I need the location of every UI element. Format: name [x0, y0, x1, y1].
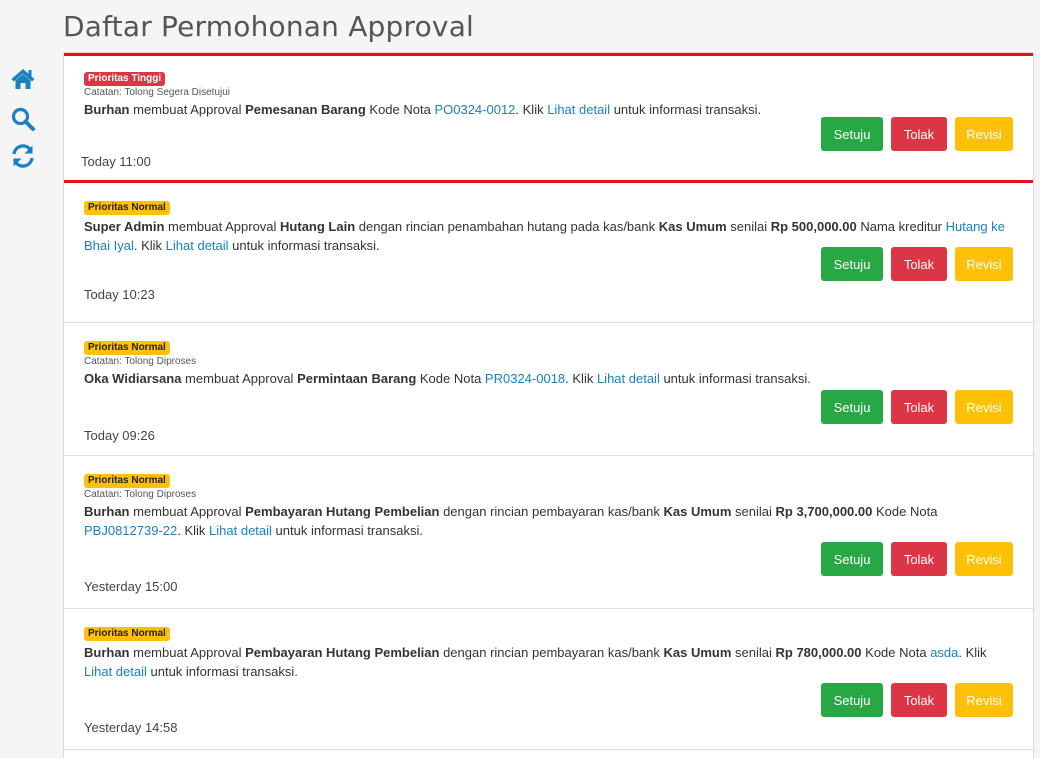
approval-note: Catatan: Tolong Diproses — [84, 356, 197, 367]
message-text: membuat Approval — [164, 219, 281, 234]
action-buttons: Setuju Tolak Revisi — [821, 117, 1013, 151]
refresh-icon[interactable] — [10, 143, 36, 169]
message-text: untuk informasi transaksi. — [610, 102, 762, 117]
message-link[interactable]: Lihat detail — [209, 523, 272, 538]
home-icon[interactable] — [10, 66, 36, 92]
message-bold-text: Pemesanan Barang — [245, 102, 366, 117]
action-buttons: Setuju Tolak Revisi — [821, 247, 1013, 281]
message-bold-text: Burhan — [84, 645, 130, 660]
message-text: senilai — [731, 645, 776, 660]
reject-button[interactable]: Tolak — [891, 247, 947, 281]
approve-button[interactable]: Setuju — [821, 117, 883, 151]
approval-item: Prioritas Normal Burhan membuat Approval … — [64, 609, 1033, 750]
message-bold-text: Rp 780,000.00 — [775, 645, 862, 660]
timestamp: Today 09:26 — [84, 428, 155, 443]
approval-message: Burhan membuat Approval Pembayaran Hutan… — [84, 643, 1013, 681]
message-text: . Klik — [515, 102, 548, 117]
priority-badge: Prioritas Normal — [84, 627, 170, 641]
approval-item: Prioritas Normal Catatan: Tolong Diproses… — [64, 456, 1033, 609]
message-text: . Klik — [177, 523, 210, 538]
message-text: dengan rincian pembayaran kas/bank — [439, 645, 664, 660]
reject-button[interactable]: Tolak — [891, 542, 947, 576]
approval-note: Catatan: Tolong Diproses — [84, 489, 197, 500]
timestamp: Today 11:00 — [81, 154, 151, 169]
message-text: Kode Nota — [872, 504, 938, 519]
reject-button[interactable]: Tolak — [891, 390, 947, 424]
message-bold-text: Rp 500,000.00 — [770, 219, 857, 234]
message-text: membuat Approval — [129, 645, 246, 660]
action-buttons: Setuju Tolak Revisi — [821, 542, 1013, 576]
approve-button[interactable]: Setuju — [821, 247, 883, 281]
message-link[interactable]: PBJ0812739-22 — [84, 523, 177, 538]
sidebar — [0, 0, 45, 757]
message-bold-text: Pembayaran Hutang Pembelian — [245, 504, 440, 519]
message-text: untuk informasi transaksi. — [146, 664, 298, 679]
revise-button[interactable]: Revisi — [955, 247, 1013, 281]
message-link[interactable]: PO0324-0012 — [434, 102, 515, 117]
message-link[interactable]: Lihat detail — [597, 371, 660, 386]
message-bold-text: Kas Umum — [658, 219, 727, 234]
message-text: Kode Nota — [365, 102, 435, 117]
message-bold-text: Hutang Lain — [280, 219, 356, 234]
approval-item: Prioritas Tinggi Catatan: Tolong Segera D… — [64, 53, 1033, 183]
priority-badge: Prioritas Normal — [84, 474, 170, 488]
message-bold-text: Kas Umum — [663, 504, 732, 519]
message-text: membuat Approval — [129, 102, 246, 117]
message-bold-text: Pembayaran Hutang Pembelian — [245, 645, 440, 660]
message-bold-text: Burhan — [84, 102, 130, 117]
message-text: . Klik — [958, 645, 987, 660]
message-bold-text: Permintaan Barang — [297, 371, 417, 386]
priority-badge: Prioritas Normal — [84, 341, 170, 355]
message-bold-text: Oka Widiarsana — [84, 371, 182, 386]
revise-button[interactable]: Revisi — [955, 117, 1013, 151]
message-text: . Klik — [133, 238, 166, 253]
message-bold-text: Kas Umum — [663, 645, 732, 660]
message-text: untuk informasi transaksi. — [271, 523, 423, 538]
message-text: Kode Nota — [416, 371, 485, 386]
action-buttons: Setuju Tolak Revisi — [821, 390, 1013, 424]
message-bold-text: Super Admin — [84, 219, 165, 234]
approval-note: Catatan: Tolong Segera Disetujui — [84, 87, 231, 98]
message-bold-text: Burhan — [84, 504, 130, 519]
action-buttons: Setuju Tolak Revisi — [821, 683, 1013, 717]
message-text: senilai — [731, 504, 776, 519]
approval-item: Prioritas Normal Super Admin membuat Appr… — [64, 183, 1033, 323]
message-bold-text: Rp 3,700,000.00 — [775, 504, 873, 519]
message-text: membuat Approval — [181, 371, 298, 386]
priority-badge: Prioritas Tinggi — [84, 72, 166, 86]
message-text: senilai — [726, 219, 771, 234]
approve-button[interactable]: Setuju — [821, 542, 883, 576]
revise-button[interactable]: Revisi — [955, 390, 1013, 424]
approval-item: Prioritas Normal Catatan: Tolong Diproses… — [64, 323, 1033, 456]
timestamp: Today 10:23 — [84, 287, 155, 302]
message-text: membuat Approval — [129, 504, 246, 519]
message-link[interactable]: Lihat detail — [547, 102, 610, 117]
message-text: dengan rincian pembayaran kas/bank — [439, 504, 664, 519]
reject-button[interactable]: Tolak — [891, 683, 947, 717]
approve-button[interactable]: Setuju — [821, 683, 883, 717]
revise-button[interactable]: Revisi — [955, 542, 1013, 576]
timestamp: Yesterday 14:58 — [84, 720, 178, 735]
message-link[interactable]: Lihat detail — [166, 238, 229, 253]
approval-list: Prioritas Tinggi Catatan: Tolong Segera D… — [63, 52, 1034, 758]
reject-button[interactable]: Tolak — [891, 117, 947, 151]
page-title: Daftar Permohonan Approval — [63, 10, 475, 43]
timestamp: Yesterday 15:00 — [84, 579, 178, 594]
message-text: untuk informasi transaksi. — [228, 238, 380, 253]
approval-message: Burhan membuat Approval Pembayaran Hutan… — [84, 502, 1013, 540]
message-link[interactable]: PR0324-0018 — [485, 371, 565, 386]
message-link[interactable]: asda — [930, 645, 958, 660]
message-text: Kode Nota — [861, 645, 931, 660]
message-text: Nama kreditur — [856, 219, 946, 234]
approval-message: Oka Widiarsana membuat Approval Perminta… — [84, 369, 1013, 388]
message-text: . Klik — [565, 371, 597, 386]
message-text: untuk informasi transaksi. — [659, 371, 811, 386]
search-icon[interactable] — [10, 106, 36, 132]
priority-badge: Prioritas Normal — [84, 201, 170, 215]
approve-button[interactable]: Setuju — [821, 390, 883, 424]
revise-button[interactable]: Revisi — [955, 683, 1013, 717]
message-text: dengan rincian penambahan hutang pada ka… — [355, 219, 659, 234]
message-link[interactable]: Lihat detail — [84, 664, 147, 679]
